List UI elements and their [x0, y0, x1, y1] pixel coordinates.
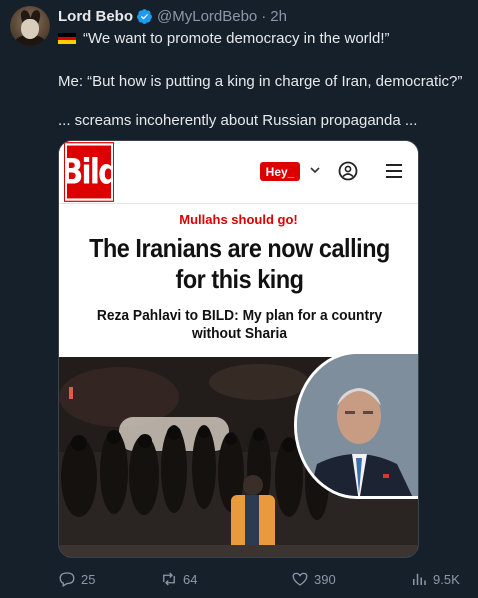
article-kicker: Mullahs should go!: [179, 212, 298, 227]
bild-header-bar: Bild Hey_: [59, 141, 418, 204]
author-handle[interactable]: @MyLordBebo: [157, 8, 257, 25]
post-time[interactable]: 2h: [270, 8, 287, 25]
like-button[interactable]: 390: [291, 570, 336, 588]
views-count: 9.5K: [433, 571, 460, 587]
time-separator: ·: [261, 7, 267, 25]
views-button[interactable]: 9.5K: [410, 570, 460, 588]
tweet-header: Lord Bebo @MyLordBebo · 2h: [58, 6, 287, 26]
reply-button[interactable]: 25: [58, 570, 95, 588]
article-headline: The Iranians are now calling for this ki…: [89, 233, 390, 294]
tweet-text-3: ... screams incoherently about Russian p…: [58, 112, 418, 129]
repost-count: 64: [183, 571, 198, 587]
verified-badge-icon: [136, 8, 153, 25]
views-chart-icon: [413, 573, 426, 585]
tweet: Lord Bebo @MyLordBebo · 2h “We want to p…: [0, 0, 478, 598]
tweet-text-1: “We want to promote democracy in the wor…: [83, 30, 390, 47]
heart-icon: [292, 572, 308, 586]
chevron-down-icon: [310, 167, 320, 174]
media-card[interactable]: Bild Hey_ Mullahs should go! The Iranian…: [58, 140, 419, 558]
avatar[interactable]: [10, 6, 50, 46]
menu-icon: [386, 164, 402, 178]
germany-flag-icon: [58, 33, 76, 44]
article-subhead: Reza Pahlavi to BILD: My plan for a coun…: [96, 307, 383, 342]
repost-icon: [163, 572, 175, 586]
hey-button: Hey_: [260, 162, 300, 181]
user-icon: [338, 161, 358, 181]
bild-logo: Bild: [61, 142, 119, 202]
reply-count: 25: [81, 571, 96, 587]
tweet-line-1: “We want to promote democracy in the wor…: [58, 30, 390, 47]
portrait-inset: [294, 351, 418, 499]
reply-icon: [59, 572, 75, 587]
repost-button[interactable]: 64: [160, 570, 197, 588]
action-bar: 25 64 390 9.5K: [58, 570, 468, 592]
tweet-text-2: Me: “But how is putting a king in charge…: [58, 73, 463, 90]
like-count: 390: [314, 571, 336, 587]
author-name[interactable]: Lord Bebo: [58, 8, 133, 25]
